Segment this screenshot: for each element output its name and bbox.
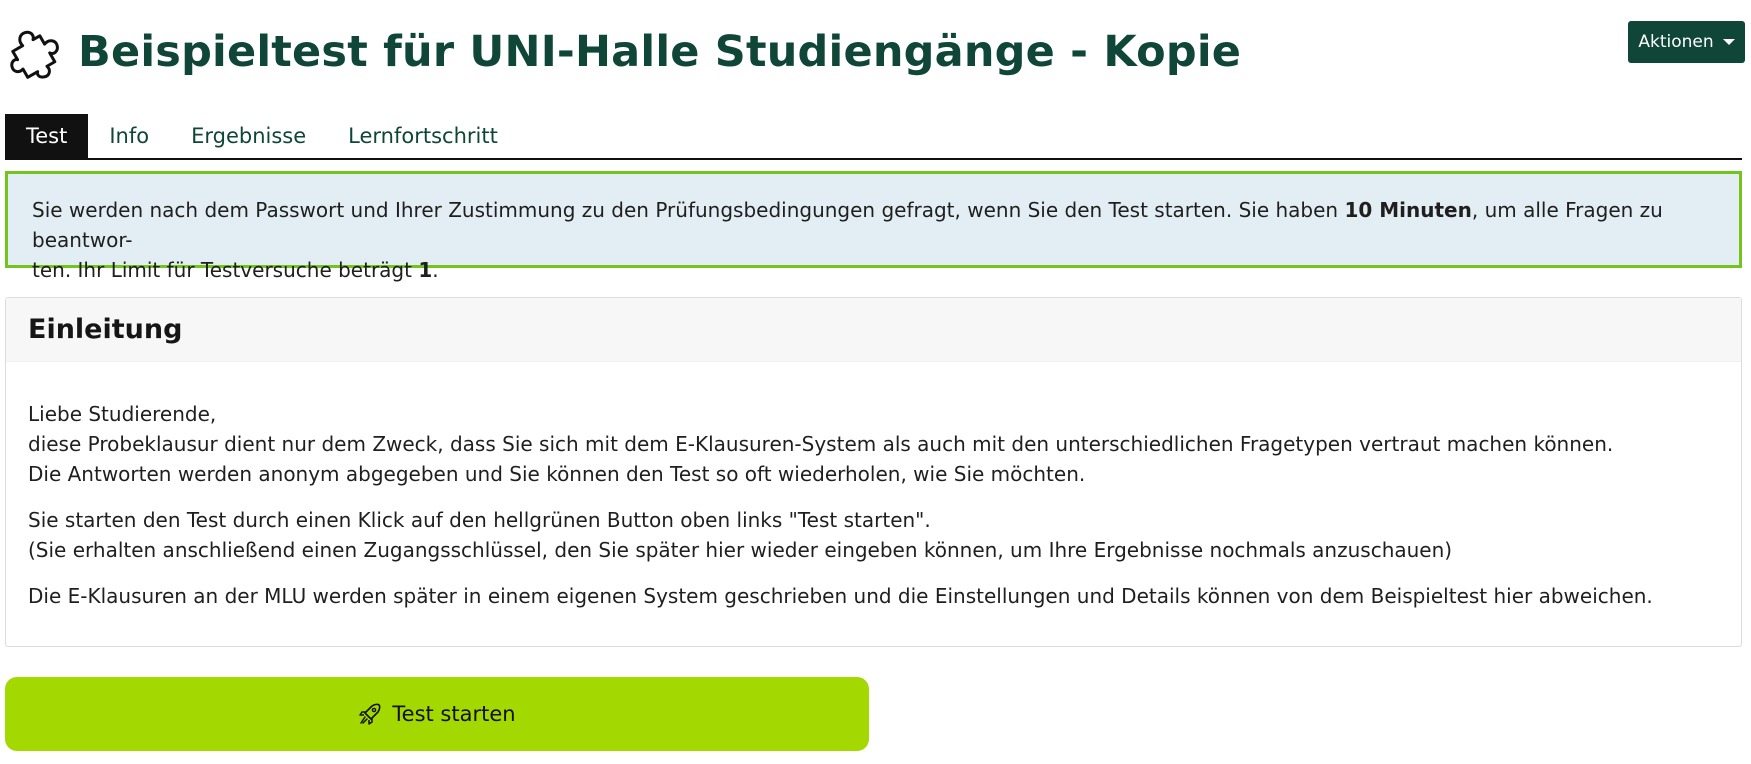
page-title: Beispieltest für UNI-Halle Studiengänge … [78, 27, 1242, 77]
info-text-3: ten. Ihr Limit für Testversuche beträgt [32, 258, 419, 282]
info-text-4: . [432, 258, 439, 282]
intro-line: Die E-Klausuren an der MLU werden später… [28, 584, 1653, 608]
intro-heading: Einleitung [6, 298, 1741, 362]
intro-line: diese Probeklausur dient nur dem Zweck, … [28, 432, 1614, 456]
intro-paragraph-2: Sie starten den Test durch einen Klick a… [28, 505, 1719, 565]
tab-test[interactable]: Test [5, 114, 89, 158]
actions-dropdown-button[interactable]: Aktionen [1628, 21, 1745, 63]
actions-label: Aktionen [1638, 32, 1714, 52]
info-duration: 10 Minuten [1344, 198, 1472, 222]
test-info-message: Sie werden nach dem Passwort und Ihrer Z… [5, 171, 1742, 282]
intro-line: Die Antworten werden anonym abgegeben un… [28, 462, 1086, 486]
intro-paragraph-3: Die E-Klausuren an der MLU werden später… [28, 581, 1719, 611]
page-header: Beispieltest für UNI-Halle Studiengänge … [6, 20, 1241, 84]
start-test-button[interactable]: Test starten [5, 677, 869, 751]
start-test-label: Test starten [392, 702, 516, 726]
intro-paragraph-1: Liebe Studierende, diese Probeklausur di… [28, 399, 1719, 489]
intro-panel: Einleitung Liebe Studierende, diese Prob… [5, 297, 1742, 647]
intro-line: (Sie erhalten anschließend einen Zugangs… [28, 538, 1453, 562]
intro-line: Sie starten den Test durch einen Klick a… [28, 508, 931, 532]
info-attempts: 1 [418, 258, 433, 282]
tab-ergebnisse[interactable]: Ergebnisse [170, 114, 327, 158]
puzzle-icon [10, 30, 59, 79]
caret-down-icon [1722, 39, 1735, 45]
tab-lernfortschritt[interactable]: Lernfortschritt [327, 114, 519, 158]
intro-line: Liebe Studierende, [28, 402, 217, 426]
tab-info[interactable]: Info [88, 114, 170, 158]
intro-body: Liebe Studierende, diese Probeklausur di… [6, 362, 1741, 611]
info-text-1: Sie werden nach dem Passwort und Ihrer Z… [32, 198, 1345, 222]
tab-bar: Test Info Ergebnisse Lernfortschritt [5, 114, 1742, 160]
rocket-icon [359, 703, 381, 725]
